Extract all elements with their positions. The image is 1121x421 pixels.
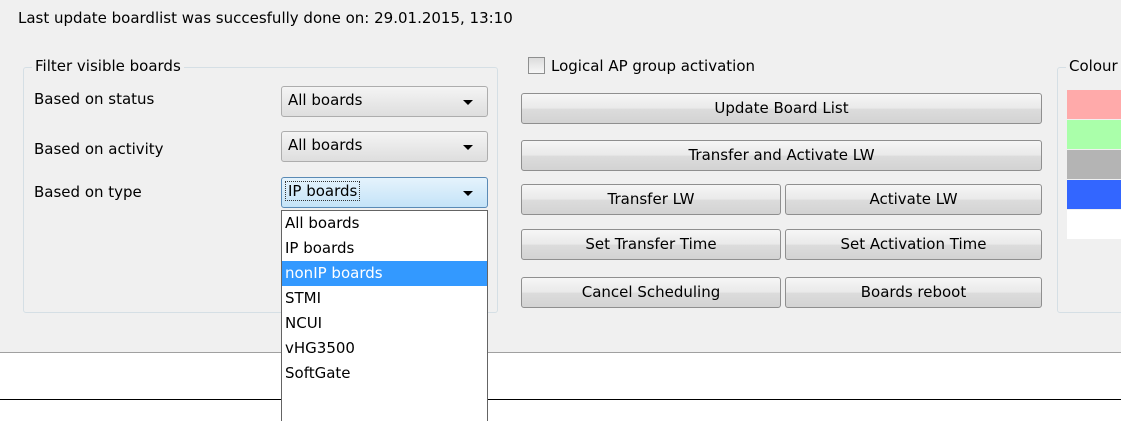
chevron-down-icon [463,145,473,150]
logical-ap-group-label: Logical AP group activation [551,57,756,75]
filter-group-legend: Filter visible boards [32,57,184,75]
dropdown-option[interactable]: vHG3500 [282,336,487,361]
status-filter-value: All boards [288,91,363,109]
activity-filter-value: All boards [288,136,363,154]
dropdown-option[interactable]: STMI [282,286,487,311]
activity-filter-combobox[interactable]: All boards [281,131,488,162]
based-on-type-label: Based on type [34,183,142,201]
colour-swatch [1067,150,1121,179]
colour-swatch [1067,210,1121,239]
activate-lw-button[interactable]: Activate LW [785,184,1042,215]
divider [0,352,1121,353]
set-transfer-time-button[interactable]: Set Transfer Time [521,229,781,260]
based-on-activity-label: Based on activity [34,140,164,158]
update-board-list-button[interactable]: Update Board List [521,93,1042,124]
boards-reboot-button[interactable]: Boards reboot [785,277,1042,308]
transfer-and-activate-lw-button[interactable]: Transfer and Activate LW [521,140,1042,171]
dropdown-option[interactable]: IP boards [282,236,487,261]
chevron-down-icon [463,191,473,196]
chevron-down-icon [463,100,473,105]
colour-group-legend: Colour [1066,57,1121,75]
colour-swatch [1067,120,1121,149]
logical-ap-group-activation[interactable]: Logical AP group activation [528,57,755,75]
status-filter-combobox[interactable]: All boards [281,86,488,117]
colour-swatch [1067,180,1121,209]
type-filter-combobox[interactable]: IP boards [281,177,488,208]
logical-ap-group-checkbox[interactable] [528,57,545,74]
type-filter-dropdown-list: All boards IP boards nonIP boards STMI N… [281,210,488,421]
colour-swatch [1067,90,1121,119]
set-activation-time-button[interactable]: Set Activation Time [785,229,1042,260]
based-on-status-label: Based on status [34,90,155,108]
dropdown-option-highlighted[interactable]: nonIP boards [282,261,487,286]
transfer-lw-button[interactable]: Transfer LW [521,184,781,215]
dropdown-option[interactable]: SoftGate [282,361,487,386]
dropdown-option[interactable]: All boards [282,211,487,236]
divider [0,399,1121,400]
dropdown-option[interactable]: NCUI [282,311,487,336]
last-update-status: Last update boardlist was succesfully do… [18,9,513,27]
cancel-scheduling-button[interactable]: Cancel Scheduling [521,277,781,308]
type-filter-value: IP boards [285,181,361,201]
